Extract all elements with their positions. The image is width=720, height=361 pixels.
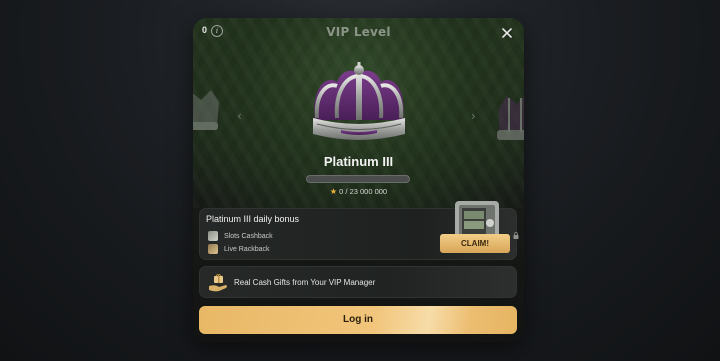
previous-level-crown-icon[interactable]: [193, 86, 221, 136]
bonus-item-live-rackback: Live Rackback: [208, 244, 270, 254]
level-points: ★ 0 / 23 000 000: [193, 187, 524, 196]
modal-title: VIP Level: [326, 25, 391, 39]
vip-manager-text: Real Cash Gifts from Your VIP Manager: [234, 278, 376, 287]
hand-gift-icon: [209, 274, 227, 292]
previous-arrow-icon[interactable]: ‹: [237, 109, 247, 123]
claim-button[interactable]: CLAIM!: [440, 234, 510, 253]
vip-level-modal: 0 i VIP Level ‹ › Platinum III ★ 0 / 23 …: [193, 18, 524, 342]
close-icon[interactable]: [500, 26, 514, 40]
login-button[interactable]: Log in: [199, 306, 517, 334]
star-icon: ★: [329, 187, 338, 196]
daily-bonus-card: Platinum III daily bonus Slots Cashback …: [199, 201, 519, 260]
next-arrow-icon[interactable]: ›: [471, 109, 481, 123]
chips-icon: [208, 244, 218, 254]
level-progress-bar: [306, 175, 410, 183]
vip-manager-card[interactable]: Real Cash Gifts from Your VIP Manager: [199, 266, 517, 298]
level-name: Platinum III: [323, 154, 394, 169]
bonus-title: Platinum III daily bonus: [206, 214, 300, 224]
bonus-item-label: Slots Cashback: [224, 232, 273, 240]
bonus-item-slots-cashback: Slots Cashback: [208, 231, 273, 241]
platinum-crown-icon: [313, 62, 405, 140]
lock-icon: [513, 232, 519, 239]
next-level-crown-icon[interactable]: [495, 88, 524, 146]
points-value: 0 / 23 000 000: [339, 187, 388, 196]
coins-icon: [208, 231, 218, 241]
bonus-item-label: Live Rackback: [224, 245, 270, 253]
